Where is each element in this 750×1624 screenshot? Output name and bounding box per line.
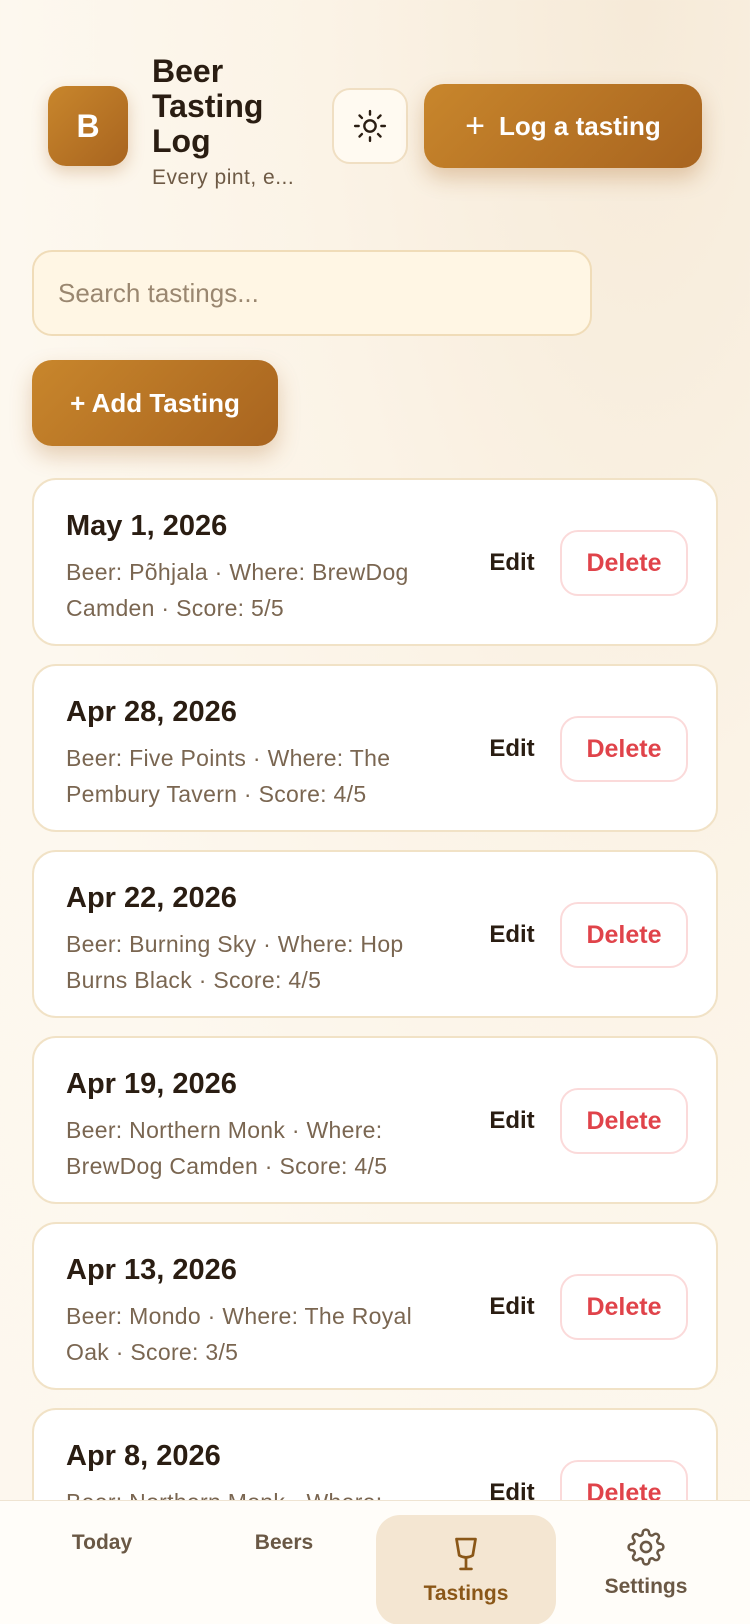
app-title: Beer Tasting Log (152, 53, 264, 159)
delete-button[interactable]: Delete (560, 1088, 688, 1154)
theme-toggle-button[interactable] (332, 88, 408, 164)
sun-icon (353, 109, 387, 143)
nav-tab-tastings[interactable]: Tastings (376, 1515, 556, 1624)
nav-tab-label: Settings (604, 1575, 688, 1598)
glass-icon (446, 1534, 486, 1574)
tasting-meta: Beer: Northern Monk · Where: BrewDog Cam… (66, 1117, 388, 1179)
tasting-card: Apr 28, 2026 Beer: Five Points · Where: … (32, 664, 718, 832)
edit-button[interactable]: Edit (472, 912, 552, 958)
delete-button[interactable]: Delete (560, 902, 688, 968)
tasting-date: Apr 13, 2026 (66, 1254, 237, 1286)
edit-button[interactable]: Edit (472, 726, 552, 772)
add-tasting-button[interactable]: + Add Tasting (32, 360, 278, 446)
nav-tab-label: Today (71, 1531, 133, 1554)
edit-button[interactable]: Edit (472, 1098, 552, 1144)
logo-letter: B (76, 107, 100, 144)
edit-button[interactable]: Edit (472, 1284, 552, 1330)
tasting-card: Apr 13, 2026 Beer: Mondo · Where: The Ro… (32, 1222, 718, 1390)
tasting-meta: Beer: Mondo · Where: The Royal Oak · Sco… (66, 1303, 413, 1365)
edit-button[interactable]: Edit (472, 540, 552, 586)
nav-tab-today[interactable]: Today (22, 1501, 182, 1624)
delete-button[interactable]: Delete (560, 716, 688, 782)
nav-tab-settings[interactable]: Settings (566, 1501, 726, 1624)
tasting-date: May 1, 2026 (66, 510, 228, 542)
log-tasting-button[interactable]: + Log a tasting (424, 84, 702, 168)
tasting-meta: Beer: Five Points · Where: The Pembury T… (66, 745, 391, 807)
tasting-date: Apr 19, 2026 (66, 1068, 237, 1100)
tasting-meta: Beer: Burning Sky · Where: Hop Burns Bla… (66, 931, 404, 993)
tasting-date: Apr 8, 2026 (66, 1440, 221, 1472)
tasting-card: Apr 22, 2026 Beer: Burning Sky · Where: … (32, 850, 718, 1018)
app-header: B Beer Tasting Log Every pint, e... + Lo… (0, 0, 750, 230)
log-tasting-label: Log a tasting (499, 110, 661, 141)
app-subtitle: Every pint, e... (152, 166, 295, 189)
tastings-list: May 1, 2026 Beer: Põhjala · Where: BrewD… (32, 478, 718, 1594)
nav-tab-label: Beers (254, 1531, 314, 1554)
plus-icon: + (465, 107, 486, 145)
search-input[interactable] (32, 250, 592, 336)
bottom-nav: Today Beers Tastings Settings (0, 1500, 750, 1624)
delete-button[interactable]: Delete (560, 1274, 688, 1340)
tasting-card: Apr 19, 2026 Beer: Northern Monk · Where… (32, 1036, 718, 1204)
tasting-card: May 1, 2026 Beer: Põhjala · Where: BrewD… (32, 478, 718, 646)
tasting-meta: Beer: Põhjala · Where: BrewDog Camden · … (66, 559, 409, 621)
nav-tab-label: Tastings (423, 1582, 509, 1605)
add-tasting-label: + Add Tasting (70, 387, 240, 418)
tasting-date: Apr 28, 2026 (66, 696, 237, 728)
delete-button[interactable]: Delete (560, 530, 688, 596)
tasting-date: Apr 22, 2026 (66, 882, 237, 914)
app-logo: B (48, 86, 128, 166)
gear-icon (626, 1527, 666, 1567)
nav-tab-beers[interactable]: Beers (204, 1501, 364, 1624)
